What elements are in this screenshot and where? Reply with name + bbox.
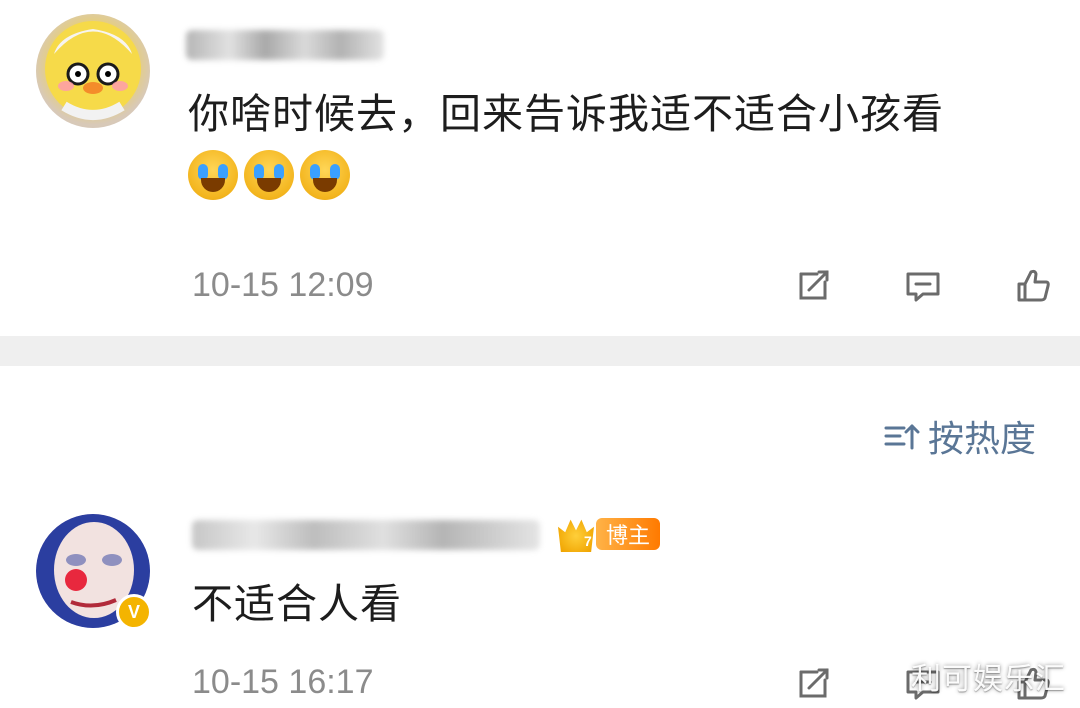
crying-laugh-emoji-icon (188, 150, 238, 200)
comment-text: 不适合人看 (192, 580, 402, 628)
sort-label: 按热度 (928, 419, 1037, 460)
sort-by-hot-button[interactable]: 按热度 (884, 410, 1036, 462)
repost-icon (799, 668, 829, 698)
weibo-comments-page: 你啥时候去，回来告诉我适不适合小孩看 10-15 12:09 按热度 V 7 博… (0, 0, 1080, 708)
comment-icon (906, 272, 940, 302)
watermark-text: 利可娱乐汇 (911, 662, 1066, 697)
comment-timestamp: 10-15 16:17 (192, 663, 374, 701)
author-badge-label: 博主 (596, 518, 661, 550)
sort-icon (884, 424, 920, 450)
duck-avatar-icon (45, 21, 141, 120)
comment-actions (758, 262, 1080, 310)
emoji-row (188, 150, 350, 200)
repost-button[interactable] (758, 262, 868, 310)
username-redacted[interactable] (186, 30, 384, 60)
username-redacted[interactable] (192, 520, 540, 550)
verified-badge-icon: V (116, 594, 152, 630)
crying-laugh-emoji-icon (244, 150, 294, 200)
avatar[interactable] (36, 14, 150, 128)
reply-button[interactable] (868, 262, 978, 310)
author-badge: 7 博主 (558, 515, 661, 553)
section-divider (0, 336, 1080, 366)
crying-laugh-emoji-icon (300, 150, 350, 200)
thumb-up-icon (1017, 269, 1050, 302)
like-button[interactable] (978, 262, 1080, 310)
repost-button[interactable] (758, 660, 868, 708)
comment-text: 你啥时候去，回来告诉我适不适合小孩看 (188, 90, 944, 138)
comment-1: 你啥时候去，回来告诉我适不适合小孩看 10-15 12:09 (0, 0, 1080, 336)
comment-timestamp: 10-15 12:09 (192, 266, 374, 304)
repost-icon (799, 270, 829, 300)
crown-level: 7 (584, 533, 592, 549)
